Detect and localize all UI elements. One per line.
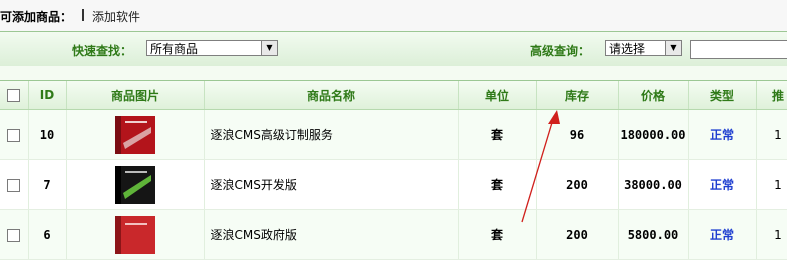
table-row[interactable]: 6 逐浪CMS政府版 套 200 5800.00 正常 1 [0,209,787,260]
row-type: 正常 [688,159,757,210]
col-header-unit: 单位 [458,81,537,110]
advanced-search-select[interactable]: 请选择 ▼ [605,40,682,56]
product-table: ID 商品图片 商品名称 单位 库存 价格 类型 推 10 逐浪CMS高级订制服… [0,81,787,260]
quick-search-label: 快速查找： [72,44,133,58]
add-software-link[interactable]: 添加软件 [92,8,140,25]
row-checkbox[interactable] [7,128,21,142]
row-stock: 96 [536,109,619,160]
row-price: 180000.00 [618,109,689,160]
advanced-search-value: 请选择 [609,42,646,56]
row-unit: 套 [458,109,537,160]
row-type: 正常 [688,109,757,160]
chevron-down-icon[interactable]: ▼ [665,41,681,55]
row-image-cell [66,109,205,160]
search-keyword-input[interactable] [690,40,787,59]
row-id: 7 [28,159,67,210]
select-all-checkbox[interactable] [7,89,21,102]
row-checkbox[interactable] [7,228,21,242]
row-name[interactable]: 逐浪CMS政府版 [204,209,459,260]
page-header: 可添加商品： 添加软件 [0,0,787,31]
row-price: 5800.00 [618,209,689,260]
row-name[interactable]: 逐浪CMS开发版 [204,159,459,210]
row-price: 38000.00 [618,159,689,210]
table-header-row: ID 商品图片 商品名称 单位 库存 价格 类型 推 [0,81,787,110]
col-header-recommend: 推 [756,81,787,110]
col-header-id[interactable]: ID [28,81,67,110]
select-all-cell [0,81,29,110]
row-name[interactable]: 逐浪CMS高级订制服务 [204,109,459,160]
table-row[interactable]: 10 逐浪CMS高级订制服务 套 96 180000.00 正常 1 [0,109,787,160]
spacer-bar [0,66,787,81]
row-recommend: 1 [756,159,787,210]
row-stock: 200 [536,159,619,210]
chevron-down-icon[interactable]: ▼ [261,41,277,55]
row-checkbox[interactable] [7,178,21,192]
row-recommend: 1 [756,109,787,160]
col-header-stock[interactable]: 库存 [536,81,619,110]
row-id: 6 [28,209,67,260]
row-id: 10 [28,109,67,160]
page-title: 可添加商品： [0,10,73,24]
row-unit: 套 [458,159,537,210]
col-header-type: 类型 [688,81,757,110]
advanced-search-label: 高级查询： [530,44,591,58]
col-header-price[interactable]: 价格 [618,81,689,110]
row-type: 正常 [688,209,757,260]
row-image-cell [66,209,205,260]
product-box-image[interactable] [107,163,163,207]
product-box-image[interactable] [107,113,163,157]
quick-search-value: 所有商品 [150,42,199,56]
title-divider [82,9,84,21]
filter-bar: 快速查找： 所有商品 ▼ 高级查询： 请选择 ▼ [0,31,787,67]
row-stock: 200 [536,209,619,260]
row-image-cell [66,159,205,210]
row-recommend: 1 [756,209,787,260]
col-header-name[interactable]: 商品名称 [204,81,459,110]
col-header-image: 商品图片 [66,81,205,110]
quick-search-select[interactable]: 所有商品 ▼ [146,40,278,56]
table-row[interactable]: 7 逐浪CMS开发版 套 200 38000.00 正常 1 [0,159,787,210]
row-unit: 套 [458,209,537,260]
